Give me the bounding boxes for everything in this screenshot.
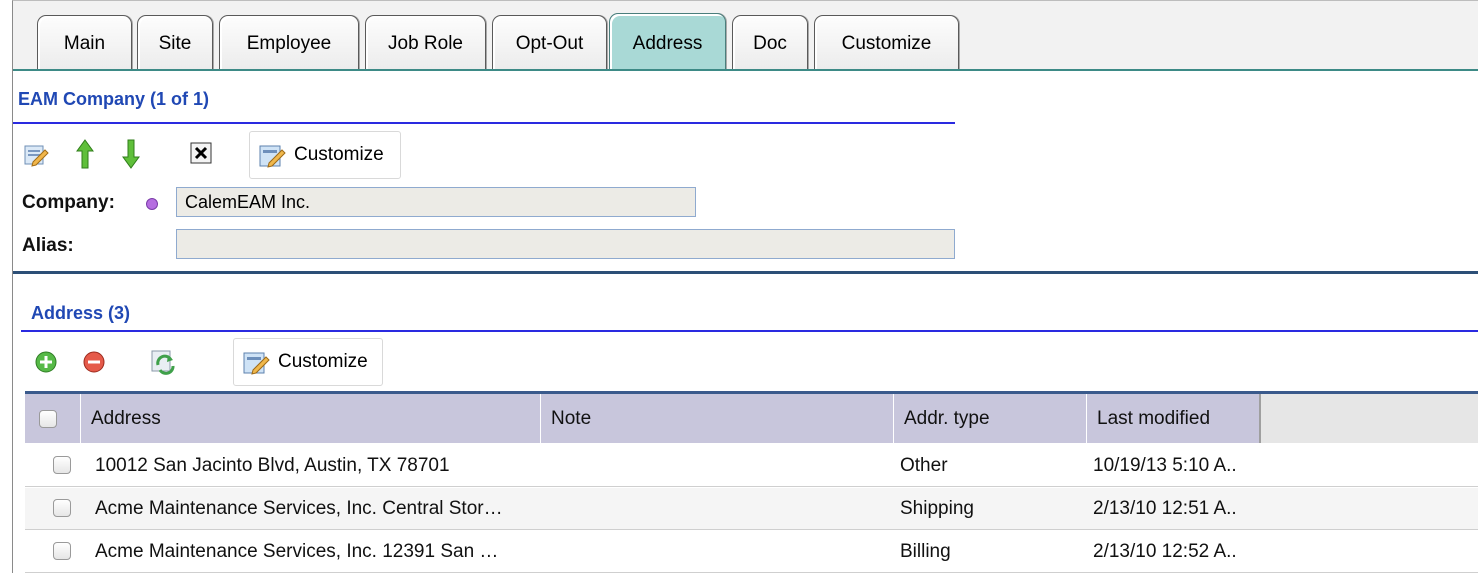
cell-addr-type: Shipping (900, 498, 974, 519)
column-header-last-modified[interactable]: Last modified (1087, 394, 1261, 443)
cell-address: Acme Maintenance Services, Inc. Central … (95, 498, 503, 519)
required-indicator-icon (146, 198, 158, 210)
select-all-checkbox[interactable] (39, 410, 57, 428)
cell-address: 10012 San Jacinto Blvd, Austin, TX 78701 (95, 455, 450, 476)
tab-site[interactable]: Site (137, 15, 213, 69)
column-header-address[interactable]: Address (81, 394, 541, 443)
section-divider (13, 271, 1478, 274)
alias-field[interactable] (176, 229, 955, 259)
tab-bar-rule (13, 69, 1478, 71)
company-section-title: EAM Company (1 of 1) (18, 89, 210, 109)
address-customize-label: Customize (278, 351, 368, 372)
tab-customize[interactable]: Customize (814, 15, 959, 69)
address-grid-header: Address Note Addr. type Last modified (25, 391, 1478, 443)
refresh-icon[interactable] (148, 347, 178, 377)
select-all-cell (25, 394, 81, 443)
add-circle-icon[interactable] (33, 349, 59, 375)
alias-label: Alias: (22, 235, 74, 256)
cell-addr-type: Other (900, 455, 948, 476)
address-title-underline (21, 330, 1478, 332)
company-field[interactable] (176, 187, 696, 217)
address-form-window: Main Site Employee Job Role Opt-Out Addr… (12, 0, 1478, 573)
column-header-note[interactable]: Note (541, 394, 894, 443)
customize-icon (243, 352, 270, 375)
customize-icon (259, 145, 286, 168)
company-title-underline (13, 122, 955, 124)
tab-address[interactable]: Address (609, 13, 726, 71)
table-row[interactable]: 10012 San Jacinto Blvd, Austin, TX 78701… (25, 445, 1478, 487)
tab-doc[interactable]: Doc (732, 15, 808, 69)
address-customize-button[interactable]: Customize (233, 338, 383, 386)
edit-form-icon[interactable] (21, 140, 51, 170)
remove-circle-icon[interactable] (81, 349, 107, 375)
tab-employee[interactable]: Employee (219, 15, 359, 69)
company-customize-button[interactable]: Customize (249, 131, 401, 179)
cell-last-modified: 2/13/10 12:52 A.. (1093, 541, 1237, 562)
company-label: Company: (22, 192, 115, 213)
cell-last-modified: 2/13/10 12:51 A.. (1093, 498, 1237, 519)
row-checkbox[interactable] (53, 456, 71, 474)
tab-main[interactable]: Main (37, 15, 132, 69)
arrow-down-icon[interactable] (119, 137, 143, 171)
tab-job-role[interactable]: Job Role (365, 15, 486, 69)
row-checkbox[interactable] (53, 499, 71, 517)
address-section-title: Address (3) (31, 303, 131, 323)
cell-last-modified: 10/19/13 5:10 A.. (1093, 455, 1237, 476)
header-filler (1261, 394, 1478, 443)
company-customize-label: Customize (294, 144, 384, 165)
cell-addr-type: Billing (900, 541, 951, 562)
table-row[interactable]: Acme Maintenance Services, Inc. 12391 Sa… (25, 531, 1478, 573)
close-box-icon[interactable] (188, 140, 214, 166)
table-row[interactable]: Acme Maintenance Services, Inc. Central … (25, 488, 1478, 530)
arrow-up-icon[interactable] (73, 137, 97, 171)
row-checkbox[interactable] (53, 542, 71, 560)
column-header-addr-type[interactable]: Addr. type (894, 394, 1087, 443)
tab-opt-out[interactable]: Opt-Out (492, 15, 607, 69)
cell-address: Acme Maintenance Services, Inc. 12391 Sa… (95, 541, 499, 562)
tab-bar: Main Site Employee Job Role Opt-Out Addr… (13, 1, 1478, 71)
